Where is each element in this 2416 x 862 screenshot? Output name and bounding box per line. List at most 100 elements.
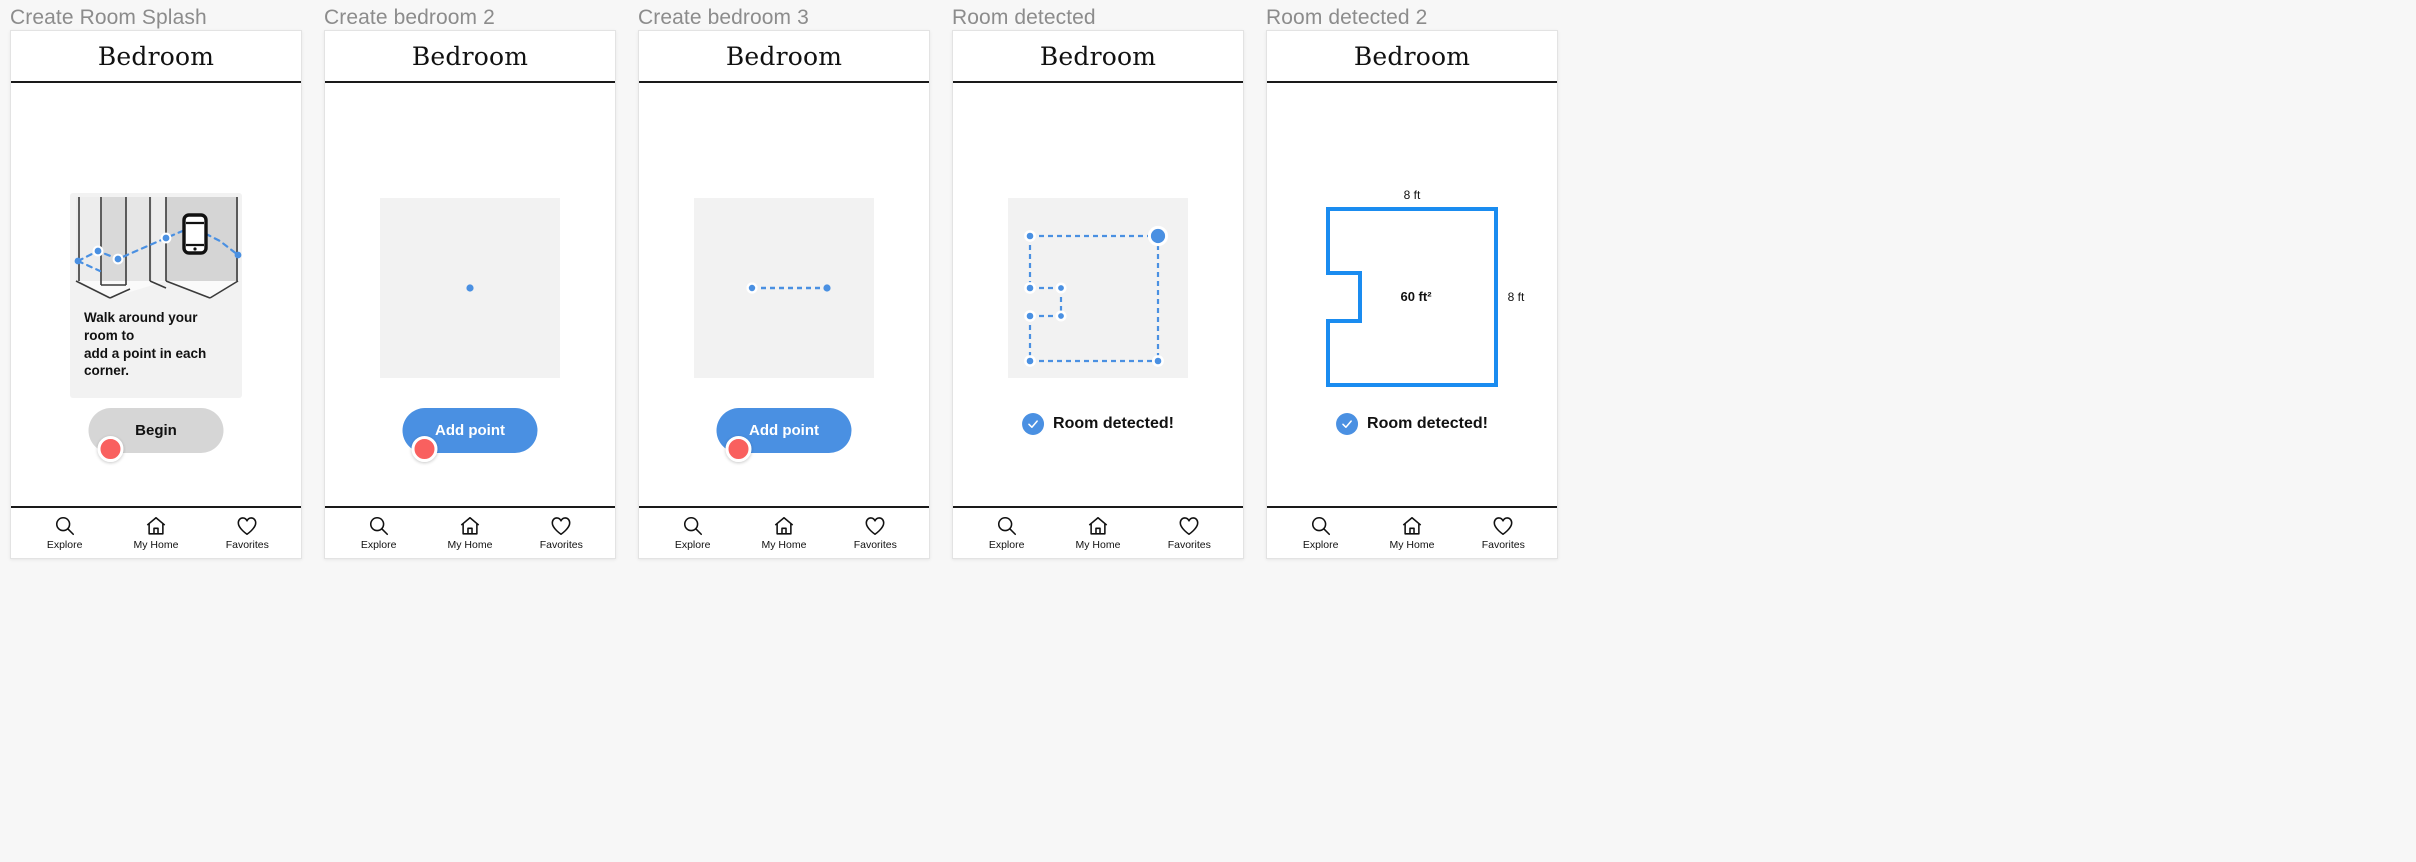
- room-shape-diagram[interactable]: 8 ft 60 ft² 8 ft: [1292, 173, 1532, 403]
- page-title: Bedroom: [1353, 41, 1471, 71]
- tab-label: Favorites: [1167, 539, 1211, 551]
- app-header: Bedroom: [1267, 31, 1557, 83]
- screen-body: Walk around your room to add a point in …: [11, 83, 301, 506]
- app-header: Bedroom: [11, 31, 301, 83]
- cursor-pointer-dot: [97, 436, 124, 462]
- check-circle-icon: [1336, 413, 1359, 435]
- tab-label: Explore: [1302, 539, 1339, 551]
- area-label: 60 ft²: [1400, 289, 1432, 304]
- search-icon: [997, 516, 1016, 536]
- home-icon: [1402, 516, 1422, 535]
- room-detected-banner: Room detected!: [1336, 413, 1488, 435]
- phone-screen: Bedroom Add point Explore My Home Favori…: [638, 30, 930, 559]
- bottom-tab-bar: Explore My Home Favorites: [953, 506, 1243, 558]
- phone-screen: Bedroom: [952, 30, 1244, 559]
- tab-label: My Home: [447, 539, 493, 551]
- search-icon: [369, 516, 388, 536]
- tab-label: Favorites: [853, 539, 897, 551]
- search-icon: [683, 516, 702, 536]
- measure-canvas[interactable]: [1008, 198, 1188, 378]
- room-walkthrough-illustration: Walk around your room to add a point in …: [70, 193, 242, 399]
- add-point-button-wrap: Add point: [402, 408, 538, 462]
- screen-body: Add point: [639, 83, 929, 506]
- add-point-button-wrap: Add point: [716, 408, 852, 462]
- frame-create-room-splash: Create Room Splash Bedroom Walk around y…: [10, 0, 302, 862]
- tab-label: Favorites: [1481, 539, 1525, 551]
- screen-body: Room detected!: [953, 83, 1243, 506]
- search-icon: [55, 516, 74, 536]
- measure-point: [823, 284, 831, 292]
- heart-icon: [551, 517, 571, 536]
- tab-explore[interactable]: Explore: [653, 515, 733, 551]
- page-title: Bedroom: [411, 41, 529, 71]
- app-header: Bedroom: [639, 31, 929, 83]
- phone-screen: Bedroom Add point Explore My Home Favori…: [324, 30, 616, 559]
- measure-point: [746, 282, 758, 294]
- tab-favorites[interactable]: Favorites: [1149, 515, 1229, 551]
- tab-label: My Home: [1075, 539, 1121, 551]
- room-detected-banner: Room detected!: [1022, 413, 1174, 435]
- frame-room-detected: Room detected Bedroom Room detected! Exp…: [952, 0, 1244, 862]
- bottom-tab-bar: Explore My Home Favorites: [11, 506, 301, 558]
- room-isometric-svg: [74, 197, 242, 299]
- frame-label: Create Room Splash: [10, 6, 207, 29]
- cursor-pointer-dot: [411, 436, 438, 462]
- app-header: Bedroom: [953, 31, 1243, 83]
- caption-line-1: Walk around your room to: [84, 310, 198, 343]
- tab-favorites[interactable]: Favorites: [835, 515, 915, 551]
- tab-label: Favorites: [225, 539, 269, 551]
- tab-label: My Home: [1389, 539, 1435, 551]
- bottom-tab-bar: Explore My Home Favorites: [639, 506, 929, 558]
- tab-label: My Home: [761, 539, 807, 551]
- caption-line-2: add a point in each corner.: [84, 345, 207, 379]
- page-title: Bedroom: [97, 41, 215, 71]
- home-icon: [1088, 516, 1108, 535]
- frame-create-bedroom-2: Create bedroom 2 Bedroom Add point Explo…: [324, 0, 616, 862]
- measure-edges: [1028, 234, 1160, 363]
- frame-room-detected-2: Room detected 2 Bedroom 8 ft 60 ft² 8 ft: [1266, 0, 1558, 862]
- tab-label: Explore: [46, 539, 83, 551]
- right-dimension-label: 8 ft: [1508, 290, 1525, 304]
- illustration-caption: Walk around your room to add a point in …: [70, 303, 242, 388]
- tab-label: My Home: [133, 539, 179, 551]
- phone-screen: Bedroom 8 ft 60 ft² 8 ft Room detected! …: [1266, 30, 1558, 559]
- tab-my-home[interactable]: My Home: [430, 515, 510, 551]
- room-detected-text: Room detected!: [1367, 415, 1488, 432]
- artboard-canvas: Create Room Splash Bedroom Walk around y…: [0, 0, 2416, 862]
- page-title: Bedroom: [725, 41, 843, 71]
- frame-label: Create bedroom 3: [638, 6, 809, 29]
- tab-explore[interactable]: Explore: [339, 515, 419, 551]
- measure-points: [1024, 225, 1169, 367]
- check-circle-icon: [1022, 413, 1045, 435]
- measure-canvas[interactable]: [380, 198, 560, 378]
- measure-points-svg: [746, 282, 831, 294]
- bottom-tab-bar: Explore My Home Favorites: [325, 506, 615, 558]
- tab-explore[interactable]: Explore: [967, 515, 1047, 551]
- frame-label: Create bedroom 2: [324, 6, 495, 29]
- tab-favorites[interactable]: Favorites: [1463, 515, 1543, 551]
- tab-my-home[interactable]: My Home: [1058, 515, 1138, 551]
- room-outline-points-svg: [1024, 225, 1169, 367]
- frame-create-bedroom-3: Create bedroom 3 Bedroom Add point Explo…: [638, 0, 930, 862]
- home-icon: [146, 516, 166, 535]
- page-title: Bedroom: [1039, 41, 1157, 71]
- tab-my-home[interactable]: My Home: [744, 515, 824, 551]
- top-dimension-label: 8 ft: [1404, 188, 1421, 202]
- tab-explore[interactable]: Explore: [25, 515, 105, 551]
- begin-button-wrap: Begin: [88, 408, 224, 462]
- tab-favorites[interactable]: Favorites: [521, 515, 601, 551]
- tab-explore[interactable]: Explore: [1281, 515, 1361, 551]
- tab-favorites[interactable]: Favorites: [207, 515, 287, 551]
- frame-label: Room detected 2: [1266, 6, 1428, 29]
- tab-my-home[interactable]: My Home: [116, 515, 196, 551]
- tab-label: Explore: [988, 539, 1025, 551]
- heart-icon: [1493, 517, 1513, 536]
- tab-my-home[interactable]: My Home: [1372, 515, 1452, 551]
- home-icon: [774, 516, 794, 535]
- heart-icon: [865, 517, 885, 536]
- cursor-pointer-dot: [725, 436, 752, 462]
- heart-icon: [237, 517, 257, 536]
- measure-point: [466, 284, 474, 292]
- measure-points-svg: [466, 284, 474, 292]
- measure-canvas[interactable]: [694, 198, 874, 378]
